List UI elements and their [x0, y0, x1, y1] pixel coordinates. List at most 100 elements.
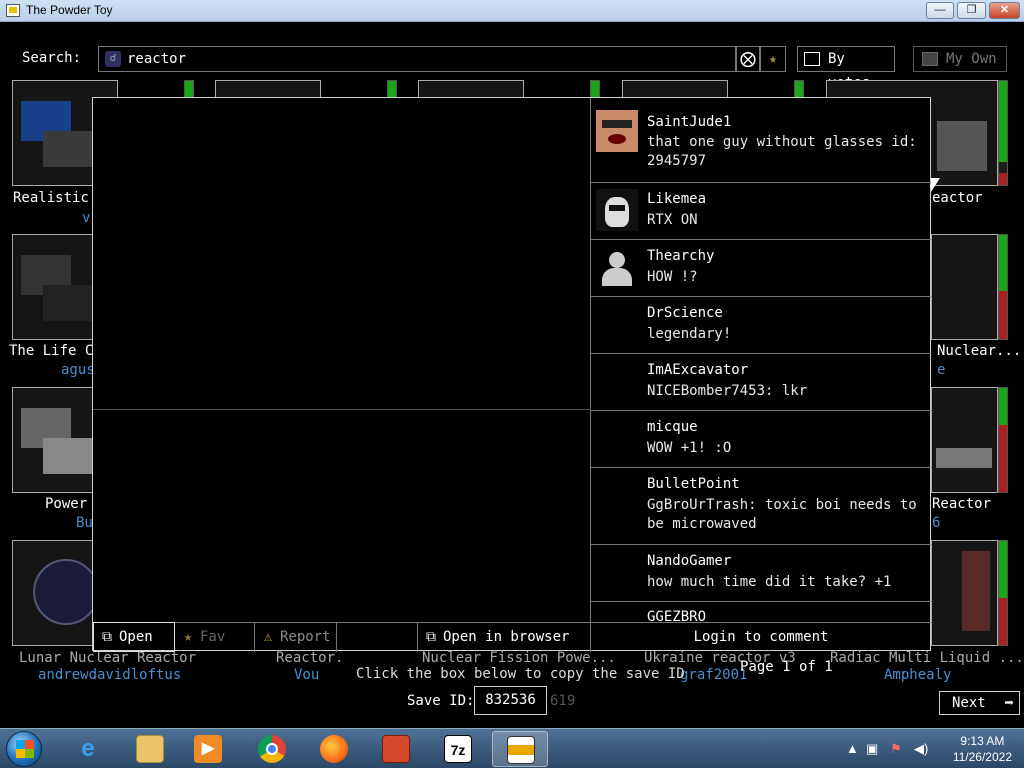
maximize-button[interactable]: ❐ — [957, 2, 986, 19]
report-label: Report — [280, 629, 331, 645]
comment-item: Likemea RTX ON — [591, 183, 931, 240]
system-clock[interactable]: 9:13 AM 11/26/2022 — [953, 733, 1012, 765]
ghost-id: 619 — [550, 693, 576, 709]
powder-toy-taskbar-icon[interactable] — [492, 731, 548, 767]
comment-username[interactable]: micque — [647, 419, 698, 435]
comment-text: RTX ON — [647, 212, 698, 228]
save-id-label: Save ID: — [407, 693, 475, 709]
vote-bar — [998, 234, 1008, 340]
open-in-browser-button[interactable]: ⧉ Open in browser — [417, 623, 591, 652]
7zip-icon[interactable]: 7z — [430, 731, 486, 767]
comment-username[interactable]: SaintJude1 — [647, 114, 731, 130]
save-title[interactable]: Radiac Multi Liquid ... — [830, 650, 1024, 666]
dialog-action-bar: ⧉ Open ★ Fav ⚠ Report ⧉ Open in browser Logi… — [93, 622, 931, 652]
vote-bar — [998, 80, 1008, 186]
comment-text: WOW +1! :O — [647, 440, 732, 456]
save-author[interactable]: Amphealy — [884, 667, 951, 683]
open-in-browser-label: Open in browser — [443, 629, 570, 645]
save-title[interactable]: Lunar Nuclear Reactor — [19, 650, 196, 666]
fav-label: Fav — [200, 629, 226, 645]
search-input[interactable]: reactor — [127, 51, 186, 67]
clock-time: 9:13 AM — [960, 734, 1005, 748]
save-author[interactable]: 6 — [932, 515, 940, 531]
save-thumbnail[interactable] — [931, 234, 998, 340]
comment-username[interactable]: Likemea — [647, 191, 706, 207]
comment-text: GgBroUrTrash: toxic boi needs to be micr… — [647, 497, 917, 532]
comment-username[interactable]: Thearchy — [647, 248, 714, 264]
action-center-icon[interactable]: ⚑ — [890, 741, 902, 757]
save-title[interactable]: Nuclear Fission Powe... — [422, 650, 616, 666]
comments-panel[interactable]: SaintJude1 that one guy without glasses … — [591, 98, 931, 622]
external-link-icon: ⧉ — [426, 629, 436, 645]
save-author[interactable]: andrewdavidloftus — [38, 667, 181, 683]
red-app-icon[interactable] — [368, 731, 424, 767]
clock-date: 11/26/2022 — [952, 750, 1012, 764]
chrome-icon[interactable] — [244, 731, 300, 767]
save-title[interactable]: Reactor. — [276, 650, 343, 666]
save-author[interactable]: Bu — [76, 515, 93, 531]
favorite-star-icon[interactable]: ★ — [760, 46, 786, 72]
save-author[interactable]: graf2001 — [680, 667, 747, 683]
save-title[interactable]: Power — [45, 496, 87, 512]
minimize-button[interactable]: — — [926, 2, 954, 19]
show-hidden-icons-icon[interactable]: ▲ — [846, 741, 859, 756]
comment-text: HOW !? — [647, 269, 698, 285]
search-icon: ☌ — [105, 51, 121, 67]
save-title[interactable]: Realistic — [13, 190, 89, 206]
comment-item: DrScience legendary! — [591, 297, 931, 354]
star-icon: ★ — [183, 629, 193, 645]
comment-item: SaintJude1 that one guy without glasses … — [591, 98, 931, 183]
report-button[interactable]: ⚠ Report — [255, 623, 337, 652]
comment-item: NandoGamer how much time did it take? +1 — [591, 545, 931, 602]
open-button[interactable]: ⧉ Open — [93, 622, 175, 652]
avatar — [596, 110, 638, 152]
vote-bar — [998, 387, 1008, 493]
save-author[interactable]: e — [937, 362, 945, 378]
media-player-icon[interactable]: ▶ — [180, 731, 236, 767]
open-icon: ⧉ — [102, 629, 112, 645]
comment-username[interactable]: ImAExcavator — [647, 362, 748, 378]
save-author[interactable]: Vou — [294, 667, 319, 683]
save-title[interactable]: Reactor — [932, 496, 991, 512]
my-own-button[interactable]: My Own — [913, 46, 1007, 72]
comment-username[interactable]: NandoGamer — [647, 553, 731, 569]
save-author[interactable]: agus — [61, 362, 95, 378]
page-indicator: Page 1 of 1 — [740, 659, 833, 675]
folder-icon — [922, 52, 938, 66]
open-label: Open — [119, 629, 153, 645]
internet-explorer-icon[interactable]: e — [60, 731, 116, 767]
comment-item: micque WOW +1! :O — [591, 411, 931, 468]
save-author[interactable]: v — [82, 210, 90, 226]
comment-item: GGEZBRO — [591, 602, 931, 622]
search-label: Search: — [22, 50, 82, 66]
comment-item: Thearchy HOW !? — [591, 240, 931, 297]
comment-username[interactable]: GGEZBRO — [647, 609, 706, 622]
file-explorer-icon[interactable] — [122, 731, 178, 767]
comment-text: how much time did it take? +1 — [647, 574, 892, 590]
sort-by-votes-button[interactable]: By votes — [797, 46, 895, 91]
window-title: The Powder Toy — [26, 3, 113, 17]
firefox-icon[interactable] — [306, 731, 362, 767]
start-button[interactable] — [6, 731, 42, 767]
next-page-button[interactable]: Next ➡ — [939, 691, 1020, 715]
login-to-comment-button[interactable]: Login to comment — [591, 623, 931, 652]
network-icon[interactable]: ▣ — [866, 741, 878, 757]
window-titlebar: The Powder Toy — ❐ ✕ — [0, 0, 1024, 22]
save-thumbnail[interactable] — [931, 540, 998, 646]
my-own-label: My Own — [946, 51, 997, 67]
search-field[interactable]: ☌ reactor — [98, 46, 736, 72]
volume-icon[interactable]: ◀) — [914, 741, 928, 757]
save-thumbnail[interactable] — [931, 387, 998, 493]
save-title[interactable]: Nuclear... — [937, 343, 1021, 359]
app-icon — [6, 4, 20, 17]
comment-text: legendary! — [647, 326, 732, 342]
fav-button[interactable]: ★ Fav — [175, 623, 255, 652]
save-id-box[interactable]: 832536 — [474, 686, 547, 715]
save-title[interactable]: eactor — [932, 190, 983, 206]
comment-username[interactable]: BulletPoint — [647, 476, 740, 492]
comment-username[interactable]: DrScience — [647, 305, 723, 321]
save-title[interactable]: The Life C — [9, 343, 93, 359]
clear-search-icon[interactable]: ⨂ — [736, 46, 760, 72]
close-button[interactable]: ✕ — [989, 2, 1020, 19]
copy-id-hint: Click the box below to copy the save ID — [356, 666, 685, 682]
